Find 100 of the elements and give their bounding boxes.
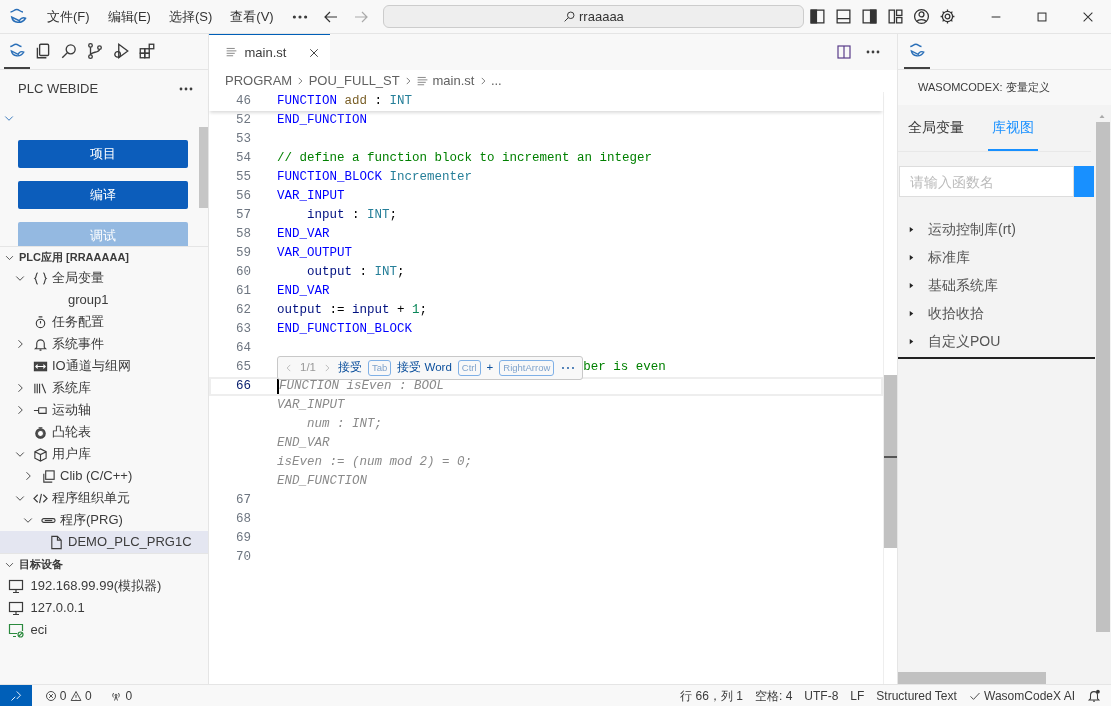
line-number: 67 <box>235 492 251 509</box>
tree-item[interactable]: IO通道与组网 <box>52 356 131 376</box>
line-number: 53 <box>235 131 251 148</box>
caret-icon[interactable] <box>908 309 915 317</box>
menu-item[interactable]: 编辑(E) <box>98 6 160 27</box>
accept-word-link[interactable]: 接受 Word <box>397 358 452 377</box>
tree-item[interactable]: 全局变量 <box>52 268 104 288</box>
tree-item[interactable]: 程序(PRG) <box>60 510 123 530</box>
section-header[interactable]: PLC应用 [RRAAAAA] <box>19 248 129 266</box>
library-item[interactable]: 收拾收拾 <box>928 302 984 324</box>
code-line: END_FUNCTION <box>277 112 367 129</box>
close-icon[interactable] <box>308 46 320 59</box>
code-line: output : INT; <box>306 264 405 281</box>
left-panel-toggle-icon[interactable] <box>808 8 826 25</box>
action-button[interactable]: 编译 <box>18 181 188 209</box>
ghost-code-line: VAR_INPUT <box>277 397 345 414</box>
maximize-icon[interactable] <box>1035 9 1049 24</box>
line-number: 46 <box>235 93 251 110</box>
split-editor-icon[interactable] <box>836 44 852 60</box>
caret-icon[interactable] <box>908 337 915 345</box>
line-ending[interactable]: LF <box>844 686 871 705</box>
breadcrumb-item[interactable]: POU_FULL_ST <box>308 71 400 91</box>
line-number: 63 <box>235 321 251 338</box>
panel-tab[interactable]: 全局变量 <box>904 105 968 151</box>
caret-icon[interactable] <box>908 253 915 261</box>
indentation[interactable]: 空格: 4 <box>748 686 799 705</box>
scrollbar-thumb[interactable] <box>1096 122 1110 632</box>
ports-count[interactable]: 0 <box>125 686 133 705</box>
right-panel-toggle-icon[interactable] <box>860 8 878 25</box>
breadcrumb-item[interactable]: main.st <box>432 71 475 91</box>
command-search-field[interactable]: rraaaaa <box>382 5 804 28</box>
tree-item[interactable]: 凸轮表 <box>52 422 91 442</box>
ghost-code-line: FUNCTION isEven : BOOL <box>279 378 445 395</box>
layout-icon[interactable] <box>886 8 904 25</box>
line-number: 61 <box>235 283 251 300</box>
caret-icon[interactable] <box>908 225 915 233</box>
ai-status[interactable]: WasomCodeX AI <box>984 686 1075 705</box>
settings-icon[interactable] <box>938 8 956 25</box>
tree-item[interactable]: 系统事件 <box>52 334 104 354</box>
scrollbar-thumb[interactable] <box>199 127 208 208</box>
library-item[interactable]: 标准库 <box>928 246 970 268</box>
monitor-icon <box>8 600 24 616</box>
tree-item[interactable]: group1 <box>68 290 109 310</box>
breadcrumb-item[interactable]: PROGRAM <box>225 71 293 91</box>
tree-item[interactable]: 运动轴 <box>52 400 91 420</box>
tree-item[interactable]: Clib (C/C++) <box>60 466 133 486</box>
menu-item[interactable]: 查看(V) <box>221 6 283 27</box>
breadcrumb-item[interactable]: ... <box>490 71 502 91</box>
account-icon[interactable] <box>912 8 930 25</box>
section-header[interactable]: 目标设备 <box>19 556 63 573</box>
device-item[interactable]: 127.0.0.1 <box>30 598 85 618</box>
tree-item[interactable]: 程序组织单元 <box>52 488 130 508</box>
language-mode[interactable]: Structured Text <box>870 686 963 705</box>
key-hint: RightArrow <box>499 359 555 376</box>
code-line: // define a function block to increment an integer <box>277 150 653 167</box>
line-number: 56 <box>235 188 251 205</box>
line-number: 70 <box>235 549 251 566</box>
device-item[interactable]: 192.168.99.99(模拟器) <box>30 576 162 596</box>
code-line: END_FUNCTION_BLOCK <box>277 321 413 338</box>
text-cursor <box>277 378 279 395</box>
files-icon[interactable] <box>34 41 52 60</box>
action-button[interactable]: 项目 <box>18 140 188 168</box>
panel-title: PLC WEBIDE <box>18 80 99 99</box>
library-item[interactable]: 运动控制库(rt) <box>928 218 1016 240</box>
cursor-position[interactable]: 行 66，列 1 <box>674 686 749 705</box>
scrollbar-thumb[interactable] <box>884 375 897 548</box>
function-search-field[interactable]: 请输入函数名 <box>899 166 1074 197</box>
run-debug-icon[interactable] <box>112 41 130 60</box>
editor-tab[interactable]: main.st <box>209 34 330 70</box>
line-number: 64 <box>235 340 251 357</box>
encoding[interactable]: UTF-8 <box>798 686 845 705</box>
library-item[interactable]: 自定义POU <box>928 330 1001 352</box>
key-hint: Ctrl <box>457 359 481 376</box>
warning-count[interactable]: 0 <box>84 686 92 705</box>
line-number: 66 <box>235 378 251 395</box>
code-line: input : INT; <box>306 207 398 224</box>
tree-item[interactable]: 系统库 <box>52 378 91 398</box>
monitor-icon <box>8 578 24 594</box>
accept-link[interactable]: 接受 <box>338 358 362 377</box>
tree-item[interactable]: 用户库 <box>52 444 91 464</box>
menu-item[interactable]: 选择(S) <box>159 6 222 27</box>
line-number: 55 <box>235 169 251 186</box>
device-item[interactable]: eci <box>30 620 48 640</box>
error-count[interactable]: 0 <box>59 686 67 705</box>
line-number: 62 <box>235 302 251 319</box>
search-icon[interactable] <box>60 41 78 60</box>
bell-icon <box>32 336 48 352</box>
library-item[interactable]: 基础系统库 <box>928 274 998 296</box>
line-number: 65 <box>235 359 251 376</box>
extensions-icon[interactable] <box>138 41 156 60</box>
code-line: FUNCTION_BLOCK Incrementer <box>277 169 473 186</box>
scrollbar-thumb[interactable] <box>898 672 1046 684</box>
bottom-panel-toggle-icon[interactable] <box>834 8 852 25</box>
menu-item[interactable]: 文件(F) <box>38 6 99 27</box>
line-number: 69 <box>235 530 251 547</box>
tree-item[interactable]: 任务配置 <box>52 312 104 332</box>
ghost-code-line: isEven := (num mod 2) = 0; <box>277 454 473 471</box>
caret-icon[interactable] <box>908 281 915 289</box>
branch-icon[interactable] <box>86 41 104 60</box>
notification-bell-icon[interactable] <box>1087 688 1101 703</box>
